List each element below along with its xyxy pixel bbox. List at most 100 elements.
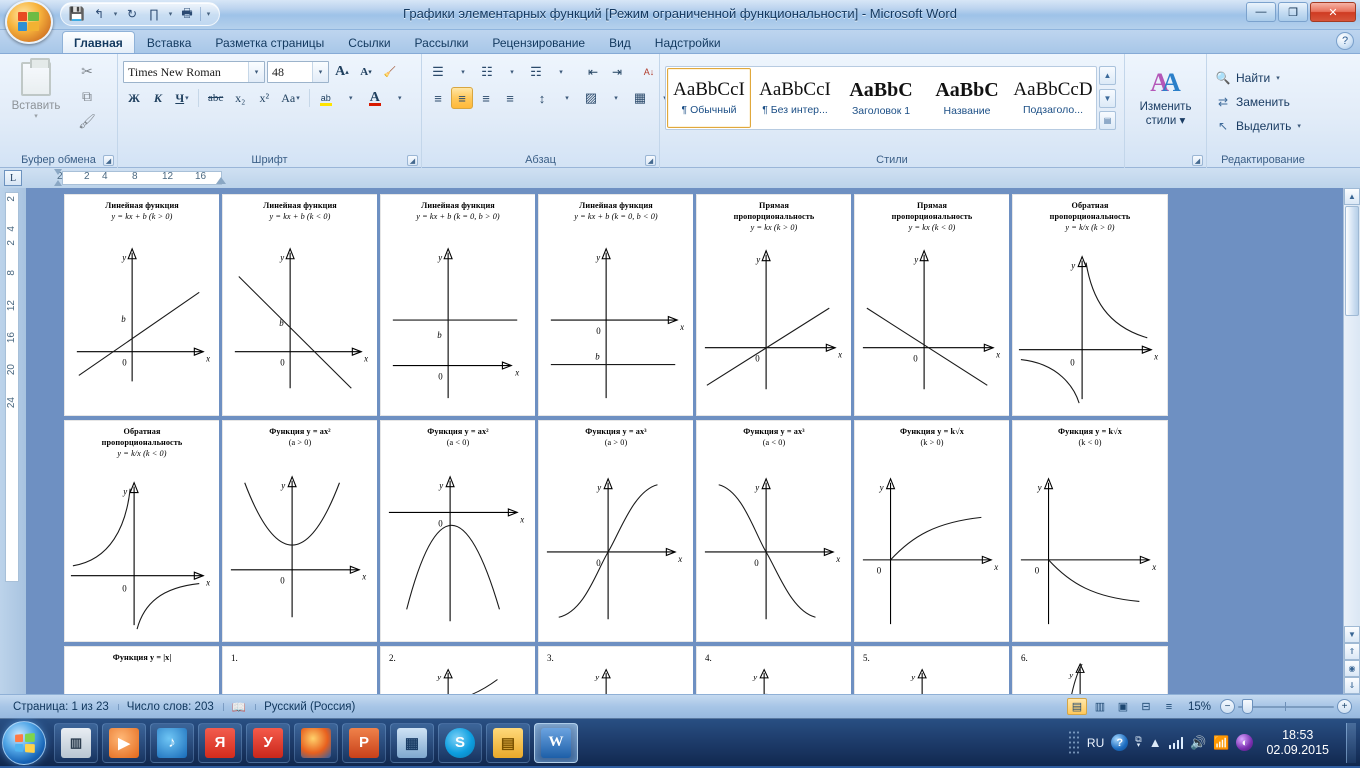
view-print-layout-icon[interactable]: ▤ (1066, 698, 1087, 715)
graph-cell-const-bneg[interactable]: Линейная функция y = kx + b (k = 0, b < … (535, 191, 697, 419)
select-button[interactable]: ↖ Выделить ▾ (1212, 114, 1314, 138)
graph-cell-parab-down[interactable]: Функция y = ax² (a < 0) 0 x y (377, 417, 539, 645)
taskbar-skype[interactable]: S (438, 722, 482, 763)
spellcheck-icon[interactable]: 📖 (222, 700, 255, 714)
office-button[interactable] (5, 0, 53, 44)
show-desktop-button[interactable] (1346, 722, 1356, 763)
undo-dropdown-icon[interactable]: ▾ (111, 4, 120, 24)
show-hidden-icons-icon[interactable]: ⧉ ▾ (1135, 734, 1141, 749)
tab-nadstroyki[interactable]: Надстройки (643, 31, 733, 53)
graph-cell-hyper-kpos[interactable]: Обратная пропорциональность y = k/x (k >… (1009, 191, 1171, 419)
graph-cell-partial-3[interactable]: 3. y (535, 643, 697, 694)
graph-cell-sqrt-kneg[interactable]: Функция y = k√x (k < 0) 0 x y (1009, 417, 1171, 645)
clock[interactable]: 18:53 02.09.2015 (1260, 728, 1335, 758)
change-styles-launcher[interactable]: ◢ (1192, 155, 1203, 166)
align-center-button[interactable]: ≡ (451, 87, 473, 109)
tab-stop-selector[interactable]: L (0, 168, 26, 188)
taskbar-explorer[interactable]: ▤ (486, 722, 530, 763)
language-indicator[interactable]: RU (1087, 736, 1104, 750)
taskbar-volume-app[interactable]: ♪ (150, 722, 194, 763)
maximize-button[interactable]: ❐ (1278, 2, 1308, 22)
zoom-slider[interactable] (1238, 699, 1334, 714)
graph-cell-prop-kpos[interactable]: Прямая пропорциональность y = kx (k > 0) (693, 191, 855, 419)
volume-icon[interactable]: 🔊 (1190, 735, 1206, 751)
paste-dropdown-icon[interactable]: ▾ (34, 112, 38, 120)
font-color-dropdown-icon[interactable]: ▾ (389, 87, 411, 109)
font-size-dropdown-icon[interactable]: ▾ (312, 62, 328, 82)
font-name-dropdown-icon[interactable]: ▾ (248, 62, 264, 82)
taskbar-yandex-app[interactable]: У (246, 722, 290, 763)
highlight-dropdown-icon[interactable]: ▾ (340, 87, 362, 109)
vertical-scrollbar[interactable]: ▲ ▼ ⇑ ◉ ⇓ (1343, 188, 1360, 694)
graph-cell-parab-up[interactable]: Функция y = ax² (a > 0) 0 x y (219, 417, 381, 645)
find-button[interactable]: 🔍 Найти ▾ (1212, 66, 1314, 90)
taskbar-microsoft-word[interactable]: W (534, 722, 578, 763)
taskbar-windows-app[interactable]: ▦ (390, 722, 434, 763)
help-tray-icon[interactable]: ? (1111, 734, 1129, 751)
undo-icon[interactable]: ↰ (89, 4, 109, 24)
borders-button[interactable]: ▦ (629, 87, 651, 109)
multilevel-list-button[interactable]: ☶ (525, 61, 547, 83)
graph-cell-partial-5[interactable]: 5. y (851, 643, 1013, 694)
right-indent-marker[interactable] (216, 177, 226, 184)
text-highlight-button[interactable]: ab (315, 87, 337, 109)
underline-button[interactable]: Ч ▾ (171, 87, 193, 109)
justify-button[interactable]: ≡ (499, 87, 521, 109)
align-left-button[interactable]: ≡ (427, 87, 449, 109)
superscript-button[interactable]: x² (253, 87, 275, 109)
font-name-combo[interactable]: Times New Roman ▾ (123, 61, 265, 83)
style-obychnyy[interactable]: AaBbCcI ¶ Обычный (667, 68, 751, 128)
graph-cell-const-bpos[interactable]: Линейная функция y = kx + b (k = 0, b > … (377, 191, 539, 419)
taskbar-calculator[interactable]: ▥ (54, 722, 98, 763)
close-button[interactable]: ✕ (1310, 2, 1356, 22)
zoom-in-button[interactable]: + (1337, 699, 1352, 714)
start-button[interactable] (2, 720, 46, 765)
tab-vid[interactable]: Вид (597, 31, 643, 53)
change-case-button[interactable]: Aa ▾ (277, 87, 304, 109)
styles-more-icon[interactable]: ▤ (1099, 111, 1116, 130)
style-podzagolovok[interactable]: AaBbCcD Подзаголо... (1011, 68, 1095, 128)
graph-cell-linear-kneg[interactable]: Линейная функция y = kx + b (k < 0) b 0 … (219, 191, 381, 419)
align-right-button[interactable]: ≡ (475, 87, 497, 109)
find-dropdown-icon[interactable]: ▾ (1276, 74, 1280, 82)
bullets-dropdown-icon[interactable]: ▾ (452, 61, 474, 83)
select-dropdown-icon[interactable]: ▾ (1297, 122, 1301, 130)
decrease-indent-button[interactable]: ⇤ (582, 61, 604, 83)
scroll-down-icon[interactable]: ▼ (1344, 626, 1360, 643)
clear-formatting-button[interactable]: 🧹 (379, 61, 401, 83)
action-center-icon[interactable]: ◐ (1236, 734, 1254, 751)
previous-page-icon[interactable]: ⇑ (1344, 643, 1360, 660)
horizontal-ruler[interactable]: 2 2 4 8 12 16 (26, 168, 1360, 188)
format-painter-icon[interactable]: 🖌 (77, 112, 97, 130)
style-nazvanie[interactable]: AaBbC Название (925, 68, 1009, 128)
print-icon[interactable]: 🖶 (177, 4, 197, 24)
increase-indent-button[interactable]: ⇥ (606, 61, 628, 83)
copy-icon[interactable]: ⧉ (77, 87, 97, 105)
redo-icon[interactable]: ↻ (122, 4, 142, 24)
help-icon[interactable]: ? (1336, 32, 1354, 50)
numbering-button[interactable]: ☷ (476, 61, 498, 83)
tab-ssylki[interactable]: Ссылки (336, 31, 402, 53)
replace-button[interactable]: ⇄ Заменить (1212, 90, 1314, 114)
shrink-font-button[interactable]: A ▾ (355, 61, 377, 83)
clipboard-dialog-launcher[interactable]: ◢ (103, 155, 114, 166)
cut-icon[interactable]: ✂ (77, 62, 97, 80)
shading-dropdown-icon[interactable]: ▾ (605, 87, 627, 109)
scroll-thumb[interactable] (1345, 206, 1359, 316)
tab-vstavka[interactable]: Вставка (135, 31, 204, 53)
line-spacing-dropdown-icon[interactable]: ▾ (556, 87, 578, 109)
status-page[interactable]: Страница: 1 из 23 (4, 701, 118, 713)
zoom-level[interactable]: 15% (1182, 701, 1217, 713)
status-word-count[interactable]: Число слов: 203 (117, 701, 223, 713)
numbering-dropdown-icon[interactable]: ▾ (501, 61, 523, 83)
paragraph-dialog-launcher[interactable]: ◢ (645, 155, 656, 166)
graph-cell-cubic-apos[interactable]: Функция y = ax³ (a > 0) 0 x y (535, 417, 697, 645)
graph-cell-hyper-kneg[interactable]: Обратная пропорциональность y = k/x (k <… (61, 417, 223, 645)
bullets-button[interactable]: ☰ (427, 61, 449, 83)
italic-button[interactable]: К (147, 87, 169, 109)
customize-qat-icon[interactable]: ▾ (204, 4, 213, 24)
graph-cell-abs[interactable]: Функция y = |x| 0 (61, 643, 223, 694)
zoom-slider-thumb[interactable] (1242, 699, 1253, 714)
subscript-button[interactable]: x₂ (229, 87, 251, 109)
sort-button[interactable]: А↓ (638, 61, 660, 83)
